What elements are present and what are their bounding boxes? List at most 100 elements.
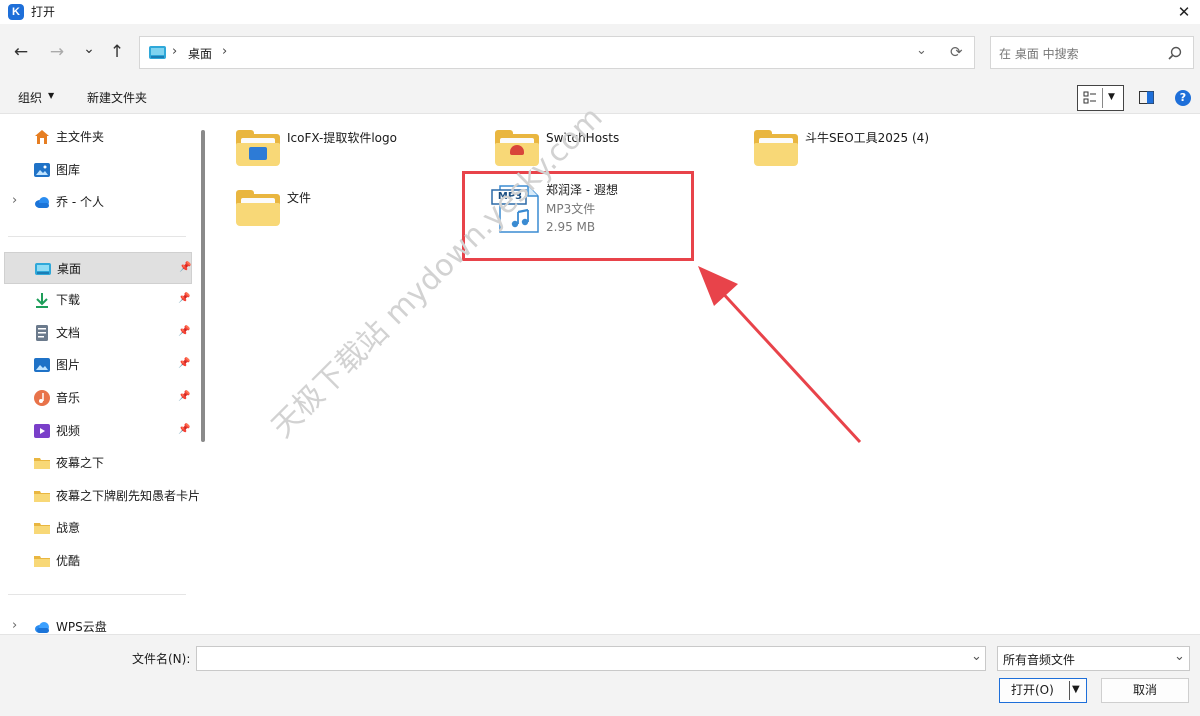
sidebar-item-folder[interactable]: 夜幕之下牌剧先知愚者卡片	[4, 480, 200, 512]
folder-icon	[236, 190, 280, 226]
file-name: SwitchHosts	[546, 131, 620, 145]
sidebar-item-pictures[interactable]: 图片 📌	[4, 349, 192, 381]
dialog-footer: 文件名(N): ⌄ 所有音频文件 ⌄ 打开(O) ▼ 取消	[0, 634, 1200, 716]
annotation-arrow-icon	[698, 266, 862, 444]
wps-cloud-icon	[35, 622, 49, 633]
sidebar-item-label: 夜幕之下牌剧先知愚者卡片	[56, 489, 200, 503]
search-icon[interactable]	[1168, 46, 1182, 60]
filetype-value: 所有音频文件	[1003, 653, 1076, 667]
sidebar-item-videos[interactable]: 视频 📌	[4, 415, 192, 447]
sidebar-scrollbar[interactable]	[201, 130, 205, 442]
recent-locations-button[interactable]: ⌄	[76, 36, 102, 62]
sidebar-item-label: 夜幕之下	[56, 456, 105, 470]
sidebar-item-label: 优酷	[56, 554, 81, 568]
sidebar-item-label: 下载	[56, 293, 81, 307]
desktop-icon	[35, 263, 51, 275]
organize-dropdown-icon[interactable]: ▼	[48, 91, 54, 100]
filename-dropdown-icon[interactable]: ⌄	[971, 649, 982, 664]
back-button[interactable]: ←	[8, 39, 34, 65]
address-dropdown-icon[interactable]: ⌄	[916, 43, 927, 58]
view-options-button[interactable]: ▼	[1077, 85, 1124, 111]
file-item-folder[interactable]: 文件	[234, 188, 464, 240]
file-type: MP3文件	[546, 202, 596, 216]
filename-label: 文件名(N):	[132, 652, 191, 666]
folder-icon	[34, 458, 50, 469]
home-icon	[35, 130, 49, 144]
filetype-dropdown-icon[interactable]: ⌄	[1174, 649, 1185, 664]
open-button-label: 打开(O)	[1011, 683, 1054, 697]
sidebar-item-folder[interactable]: 夜幕之下	[4, 447, 192, 479]
forward-button[interactable]: →	[44, 39, 70, 65]
search-placeholder: 在 桌面 中搜索	[999, 47, 1079, 61]
new-folder-button[interactable]: 新建文件夹	[87, 90, 147, 106]
file-item-folder[interactable]: 斗牛SEO工具2025 (4)	[752, 128, 992, 180]
sidebar-item-label: 文档	[56, 326, 81, 340]
sidebar-item-documents[interactable]: 文档 📌	[4, 317, 192, 349]
videos-icon	[34, 424, 50, 438]
file-name: 斗牛SEO工具2025 (4)	[805, 131, 929, 145]
sidebar-item-label: 主文件夹	[56, 130, 105, 144]
sidebar-item-label: 战意	[56, 521, 81, 535]
sidebar-item-desktop[interactable]: 桌面 📌	[4, 252, 192, 284]
onedrive-cloud-icon	[35, 197, 49, 208]
mp3-badge: MP3	[497, 191, 523, 202]
file-size: 2.95 MB	[546, 220, 596, 234]
address-bar[interactable]: › 桌面 › ⌄ ⟳	[139, 36, 975, 69]
file-item-mp3[interactable]: MP3 郑润泽 - 遐想 MP3文件 2.95 MB	[490, 182, 700, 238]
file-list-area: IcoFX-提取软件logo SwitchHosts 斗牛SEO工具2025 (…	[212, 114, 1200, 634]
pin-icon[interactable]: 📌	[178, 293, 190, 304]
sidebar-item-label: 视频	[56, 424, 81, 438]
pin-icon[interactable]: 📌	[178, 424, 190, 435]
sidebar-item-gallery[interactable]: 图库	[4, 154, 192, 186]
view-grid-icon	[1083, 91, 1096, 104]
sidebar-item-music[interactable]: 音乐 📌	[4, 382, 192, 414]
sidebar-item-wps-cloud[interactable]: › WPS云盘	[4, 611, 192, 634]
gallery-icon	[34, 163, 50, 177]
close-button[interactable]: ✕	[1168, 0, 1200, 24]
sidebar-item-label: 乔 - 个人	[56, 195, 104, 209]
cancel-button[interactable]: 取消	[1101, 678, 1189, 703]
view-dropdown-icon[interactable]: ▼	[1108, 92, 1115, 102]
file-name: 文件	[287, 191, 312, 205]
sidebar-item-label: 图片	[56, 358, 81, 372]
sidebar-divider	[8, 236, 186, 237]
folder-icon	[34, 523, 50, 534]
filename-input[interactable]: ⌄	[196, 646, 986, 671]
command-toolbar: 组织 ▼ 新建文件夹 ▼ ?	[0, 82, 1200, 114]
filetype-select[interactable]: 所有音频文件 ⌄	[997, 646, 1190, 671]
pin-icon[interactable]: 📌	[178, 326, 190, 337]
sidebar-item-downloads[interactable]: 下载 📌	[4, 284, 192, 316]
search-box[interactable]: 在 桌面 中搜索	[990, 36, 1194, 69]
preview-pane-icon[interactable]	[1139, 91, 1154, 104]
pin-icon[interactable]: 📌	[179, 262, 191, 273]
open-button[interactable]: 打开(O) ▼	[999, 678, 1087, 703]
navigation-pane: 主文件夹 图库 › 乔 - 个人 桌面 📌 下载 📌 文档 📌 图片 📌 音乐 …	[0, 114, 200, 634]
pictures-icon	[34, 358, 50, 372]
up-button[interactable]: ↑	[104, 39, 130, 65]
sidebar-item-label: 图库	[56, 163, 81, 177]
sidebar-item-folder[interactable]: 战意	[4, 512, 192, 544]
file-name: 郑润泽 - 遐想	[546, 183, 618, 197]
pin-icon[interactable]: 📌	[178, 391, 190, 402]
breadcrumb-separator: ›	[172, 44, 178, 59]
sidebar-item-onedrive[interactable]: › 乔 - 个人	[4, 186, 192, 218]
breadcrumb-chevron[interactable]: ›	[222, 44, 227, 59]
breadcrumb-desktop[interactable]: 桌面	[188, 45, 212, 62]
pin-icon[interactable]: 📌	[178, 358, 190, 369]
organize-menu[interactable]: 组织	[18, 90, 42, 106]
sidebar-item-label: WPS云盘	[56, 620, 107, 634]
navigation-bar: ← → ⌄ ↑ › 桌面 › ⌄ ⟳ 在 桌面 中搜索	[0, 24, 1200, 82]
window-title: 打开	[31, 5, 56, 19]
expand-chevron-icon[interactable]: ›	[12, 193, 17, 208]
help-icon[interactable]: ?	[1175, 90, 1191, 106]
desktop-location-icon	[149, 46, 166, 59]
refresh-icon[interactable]: ⟳	[950, 43, 963, 61]
sidebar-item-folder[interactable]: 优酷	[4, 545, 192, 577]
download-icon	[36, 293, 48, 308]
expand-chevron-icon[interactable]: ›	[12, 618, 17, 633]
open-dropdown-icon[interactable]: ▼	[1072, 679, 1080, 701]
app-logo-icon: K	[8, 4, 24, 20]
file-item-folder[interactable]: IcoFX-提取软件logo	[234, 128, 464, 180]
sidebar-item-home[interactable]: 主文件夹	[4, 121, 192, 153]
folder-icon	[236, 130, 280, 166]
